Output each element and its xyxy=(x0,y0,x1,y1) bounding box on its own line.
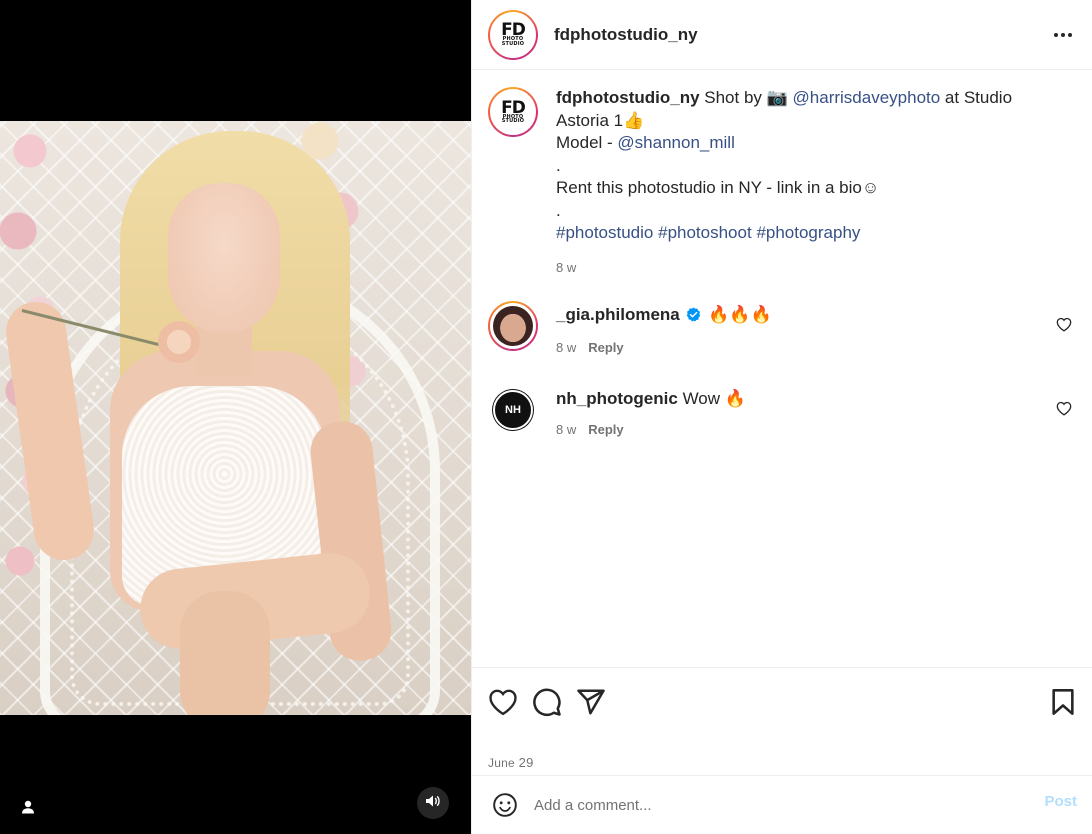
reply-button[interactable]: Reply xyxy=(588,337,623,360)
post-actions: June 29 xyxy=(472,667,1092,775)
send-icon[interactable] xyxy=(576,688,606,716)
mention-model[interactable]: @shannon_mill xyxy=(617,133,734,152)
reply-button[interactable]: Reply xyxy=(588,419,623,442)
comment-item: NH nh_photogenic Wow 🔥 8 w Reply xyxy=(488,385,1077,441)
owner-avatar[interactable]: FD PHOTO STUDIO xyxy=(488,9,538,60)
comment-text: Wow 🔥 xyxy=(682,389,746,408)
post-date[interactable]: June 29 xyxy=(488,755,1077,770)
comment-item: _gia.philomena 🔥🔥🔥 8 w Reply xyxy=(488,301,1077,359)
comment-username[interactable]: _gia.philomena xyxy=(556,305,680,324)
caption-dot: . xyxy=(556,155,561,175)
commenter-avatar[interactable]: NH xyxy=(488,385,538,435)
model-label: Model - xyxy=(556,133,618,152)
audio-toggle-button[interactable] xyxy=(417,787,449,819)
user-tag-button[interactable] xyxy=(12,793,44,825)
hashtag-link[interactable]: #photostudio xyxy=(556,223,653,242)
post-button[interactable]: Post xyxy=(1044,793,1077,810)
avatar-photo xyxy=(493,306,533,346)
comment-input[interactable] xyxy=(534,796,1045,814)
caption-avatar[interactable]: FD PHOTO STUDIO xyxy=(488,87,538,137)
logo-studio: STUDIO xyxy=(501,40,525,47)
comment-username[interactable]: nh_photogenic xyxy=(556,389,678,408)
comment-icon[interactable] xyxy=(532,687,562,717)
logo-fd: FD xyxy=(501,20,526,41)
heart-icon[interactable] xyxy=(1056,401,1072,421)
post-header: FD PHOTO STUDIO fdphotostudio_ny xyxy=(472,0,1092,70)
owner-username[interactable]: fdphotostudio_ny xyxy=(554,25,698,45)
mention-photographer[interactable]: @harrisdaveyphoto xyxy=(793,88,941,107)
caption-time[interactable]: 8 w xyxy=(556,257,576,280)
add-comment-bar: Post xyxy=(472,775,1092,834)
studio-logo: FD PHOTO STUDIO xyxy=(501,97,526,125)
post-media[interactable] xyxy=(0,0,471,834)
flower xyxy=(158,321,200,363)
caption-body: fdphotostudio_ny Shot by 📷 @harrisdaveyp… xyxy=(556,87,1046,279)
more-horizontal-icon[interactable] xyxy=(1052,24,1074,51)
logo-fd: FD xyxy=(501,97,526,118)
post-date-day: 29 xyxy=(514,755,534,770)
comment-time[interactable]: 8 w xyxy=(556,337,576,360)
hashtag-link[interactable]: #photoshoot xyxy=(658,223,752,242)
comment-body: nh_photogenic Wow 🔥 8 w Reply xyxy=(556,385,1046,441)
caption: FD PHOTO STUDIO fdphotostudio_ny Shot by… xyxy=(488,87,1077,279)
hashtags: #photostudio #photoshoot #photography xyxy=(556,222,1046,245)
user-icon xyxy=(21,800,35,819)
comment-text: 🔥🔥🔥 xyxy=(708,305,772,324)
logo-studio: STUDIO xyxy=(501,118,525,125)
caption-username[interactable]: fdphotostudio_ny xyxy=(556,88,700,107)
post-photo[interactable] xyxy=(0,121,471,715)
verified-badge-icon xyxy=(686,306,701,329)
caption-dot: . xyxy=(556,200,561,220)
bookmark-icon[interactable] xyxy=(1051,688,1075,721)
comments-section: FD PHOTO STUDIO fdphotostudio_ny Shot by… xyxy=(472,71,1092,667)
nh-logo: NH xyxy=(493,390,533,430)
post-sidebar: FD PHOTO STUDIO fdphotostudio_ny FD PHOT… xyxy=(471,0,1092,834)
comment-body: _gia.philomena 🔥🔥🔥 8 w Reply xyxy=(556,301,1046,359)
heart-icon[interactable] xyxy=(1056,317,1072,337)
hashtag-link[interactable]: #photography xyxy=(756,223,860,242)
emoji-icon[interactable] xyxy=(492,792,518,818)
speaker-icon xyxy=(425,794,441,813)
heart-icon[interactable] xyxy=(488,688,518,716)
model-face xyxy=(168,183,280,333)
studio-logo: FD PHOTO STUDIO xyxy=(501,20,526,47)
caption-text-shot-by: Shot by 📷 xyxy=(699,88,793,107)
post-date-month: June xyxy=(488,756,515,770)
caption-rent-line: Rent this photostudio in NY - link in a … xyxy=(556,178,880,197)
comment-time[interactable]: 8 w xyxy=(556,419,576,442)
model-leg-lower xyxy=(180,591,270,715)
commenter-avatar[interactable] xyxy=(488,301,538,351)
